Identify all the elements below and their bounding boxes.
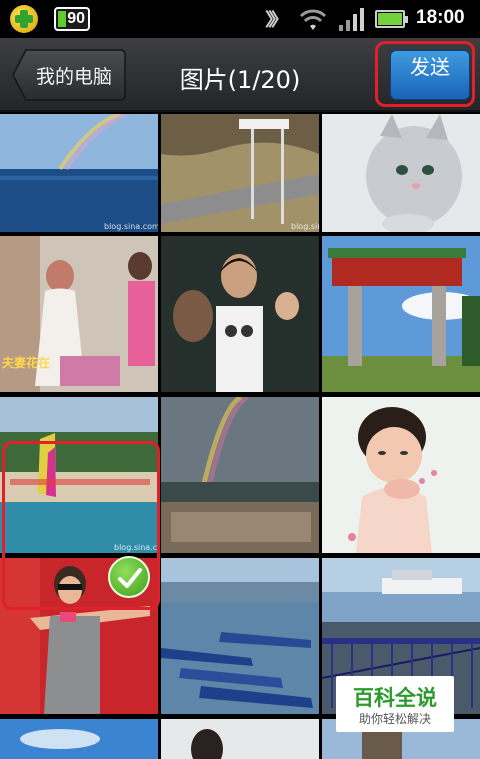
photo-watermark: blog.sina.com [291, 222, 319, 231]
photo-thumbnail[interactable]: 夫妻花在 [0, 236, 158, 392]
child-waving-image [161, 236, 319, 392]
checkmark-icon[interactable] [108, 556, 150, 598]
signal-icon [339, 8, 364, 31]
girl-petals-image [322, 397, 480, 553]
send-button[interactable]: 发送 [390, 50, 470, 100]
wifi-icon [299, 9, 327, 30]
watermark-title: 百科全说 [353, 686, 437, 710]
road-sign-image [161, 114, 319, 232]
portrait-image [161, 719, 319, 759]
photo-thumbnail[interactable] [161, 236, 319, 392]
rainbow-sea-image [0, 114, 158, 232]
battery-icon [375, 10, 408, 28]
back-button[interactable]: 我的电脑 [12, 49, 126, 101]
gate-image [322, 236, 480, 392]
action-bar: 我的电脑 图片(1/20) 发送 [0, 38, 480, 112]
badge-value: 90 [67, 10, 85, 27]
photo-grid: blog.sina.com blog.sina.com [0, 114, 480, 759]
sky-image [0, 719, 158, 759]
photo-watermark: blog.sina.com [104, 222, 158, 231]
photo-thumbnail[interactable] [161, 719, 319, 759]
photo-thumbnail[interactable]: blog.sina.com [161, 114, 319, 232]
photo-thumbnail[interactable] [322, 114, 480, 232]
battery-saver-badge: 90 [54, 7, 90, 31]
photo-thumbnail[interactable] [0, 719, 158, 759]
photo-thumbnail[interactable] [322, 397, 480, 553]
watermark-subtitle: 助你轻松解决 [358, 712, 431, 726]
send-button-label: 发送 [410, 55, 450, 79]
page-title: 图片(1/20) [179, 66, 301, 94]
photo-thumbnail[interactable] [161, 558, 319, 714]
kitten-image [322, 114, 480, 232]
site-watermark: 百科全说 助你轻松解决 [336, 676, 454, 732]
photo-thumbnail[interactable] [322, 236, 480, 392]
photo-thumbnail[interactable]: blog.sina.com [0, 114, 158, 232]
lake-boats-image [161, 558, 319, 714]
photo-thumbnail[interactable] [161, 397, 319, 553]
data-sync-icon: 〉〉〉 [265, 10, 289, 31]
status-bar: 90 〉〉〉 18:00 [0, 0, 480, 38]
back-button-label: 我的电脑 [36, 66, 113, 88]
security-app-icon [10, 5, 38, 33]
clock: 18:00 [416, 7, 465, 28]
check-glyph [118, 568, 142, 588]
photo-caption: 夫妻花在 [2, 356, 51, 370]
rainbow-town-image [161, 397, 319, 553]
